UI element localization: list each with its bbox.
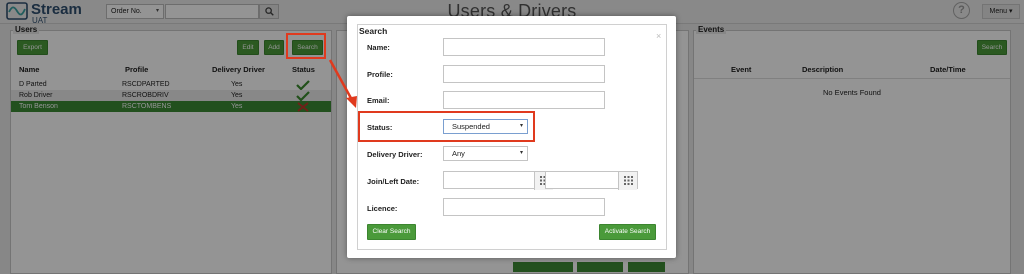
annotation-arrow-icon (328, 59, 357, 108)
